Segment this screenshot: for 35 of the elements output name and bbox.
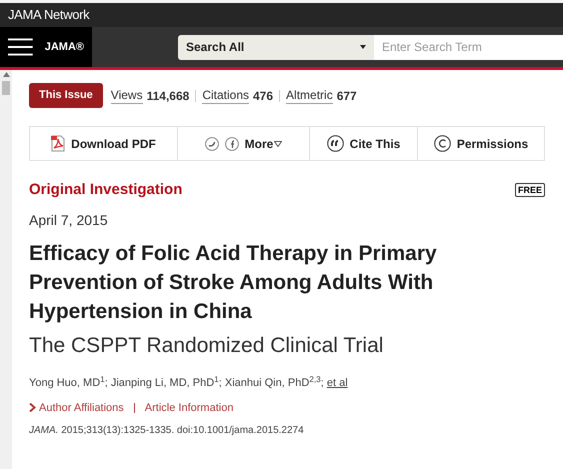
- dropdown-triangle-icon: [274, 140, 282, 146]
- jama-logo[interactable]: JAMA®: [44, 38, 84, 56]
- metric-link[interactable]: Altmetric: [286, 88, 333, 104]
- article-subtitle: The CSPPT Randomized Clinical Trial: [29, 332, 384, 358]
- chevron-right-icon: [29, 403, 36, 412]
- metric-link[interactable]: Citations: [202, 88, 249, 104]
- scroll-up-icon[interactable]: [2, 72, 10, 77]
- permissions-button[interactable]: Permissions: [456, 134, 528, 152]
- metric-value: 677: [336, 88, 357, 104]
- metric-value: 476: [253, 88, 274, 104]
- article-title: Efficacy of Folic Acid Therapy in Primary Prevention of Stroke Among Adults With Hypertension in China: [29, 240, 438, 324]
- caret-icon: [360, 45, 366, 49]
- search-scope-dropdown[interactable]: Search All: [178, 34, 374, 60]
- cite-button[interactable]: Cite This: [350, 134, 400, 152]
- metric-link[interactable]: Views: [110, 88, 143, 104]
- quote-icon: [326, 135, 344, 152]
- free-badge: FREE: [514, 183, 545, 198]
- scrollbar-thumb[interactable]: [2, 81, 10, 95]
- this-issue-button[interactable]: This Issue: [29, 83, 103, 108]
- publication-date: April 7, 2015: [29, 210, 109, 230]
- pdf-icon: [51, 135, 66, 152]
- article-info-link[interactable]: Article Information: [144, 400, 234, 416]
- author-list: Yong Huo, MD$^{1}$; Jianping Li, MD, PhD$^{1}$; Xianhui Qin, PhD$^{2,3}$; et al: [29, 375, 545, 392]
- download-pdf-button[interactable]: Download PDF: [71, 134, 156, 152]
- copyright-icon: [434, 135, 451, 152]
- et-al-link[interactable]: et al: [326, 377, 348, 389]
- metric-value: 114,668: [146, 88, 190, 104]
- menu-icon[interactable]: [8, 37, 33, 57]
- facebook-icon[interactable]: [224, 136, 239, 150]
- citation-text: JAMA. 2015;313(13):1325-1335. doi:10.1001/jama.2015.2274: [29, 424, 305, 438]
- article-type: Original Investigation: [29, 180, 182, 200]
- article-info-link[interactable]: Author Affiliations: [39, 400, 124, 416]
- more-button[interactable]: More: [244, 134, 274, 152]
- network-logo[interactable]: JAMA Network: [8, 5, 90, 25]
- search-field[interactable]: Enter Search Term: [374, 34, 563, 60]
